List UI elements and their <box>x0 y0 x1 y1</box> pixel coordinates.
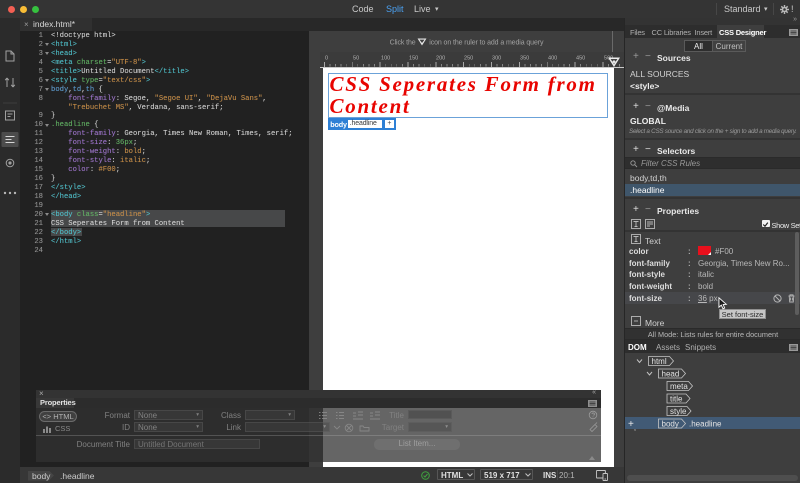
svg-text:meta: meta <box>670 382 688 391</box>
svg-text:head: head <box>662 369 680 378</box>
svg-text:,: , <box>634 425 636 432</box>
svg-text:body: body <box>662 419 679 428</box>
svg-text:title: title <box>670 394 683 403</box>
svg-text:.headline: .headline <box>689 419 722 428</box>
svg-text:html: html <box>652 357 667 366</box>
svg-text:style: style <box>670 407 687 416</box>
